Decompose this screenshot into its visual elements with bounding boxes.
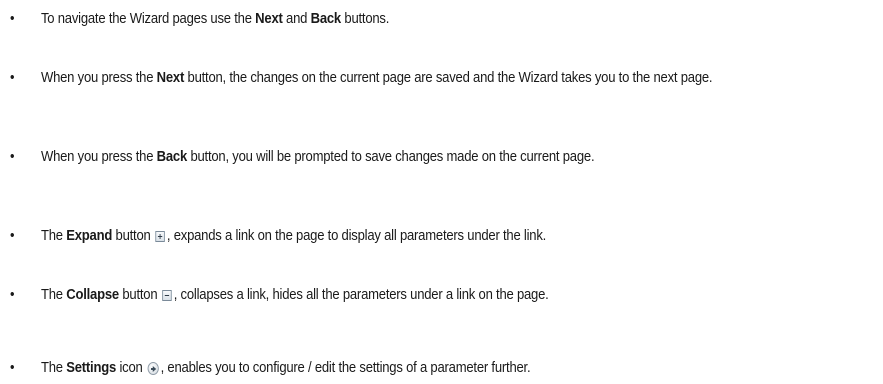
bullet: • xyxy=(10,10,15,27)
expand-icon xyxy=(155,231,166,242)
list-item-text: To navigate the Wizard pages use the Nex… xyxy=(40,10,390,27)
list-item-settings: • The Settings icon , enables you to con… xyxy=(10,358,750,377)
list-item-next-button: • When you press the Next button, the ch… xyxy=(10,68,750,87)
list-item-text: The Expand button , expands a link on th… xyxy=(40,227,547,244)
list-item-navigation: • To navigate the Wizard pages use the N… xyxy=(10,9,750,28)
bullet: • xyxy=(10,148,15,165)
bullet: • xyxy=(10,286,15,303)
next-keyword: Next xyxy=(255,10,283,27)
list-item-text: The Collapse button , collapses a link, … xyxy=(40,286,549,303)
list-item-collapse: • The Collapse button , collapses a link… xyxy=(10,285,750,304)
list-item-expand: • The Expand button , expands a link on … xyxy=(10,226,750,245)
bullet: • xyxy=(10,359,15,376)
list-item-text: When you press the Back button, you will… xyxy=(40,148,595,165)
list-item-text: When you press the Next button, the chan… xyxy=(40,69,713,86)
bullet: • xyxy=(10,227,15,244)
list-item-back-button: • When you press the Back button, you wi… xyxy=(10,147,750,166)
expand-keyword: Expand xyxy=(66,227,113,244)
back-keyword: Back xyxy=(310,10,342,27)
back-keyword: Back xyxy=(156,148,188,165)
collapse-icon xyxy=(162,290,173,301)
help-document: • To navigate the Wizard pages use the N… xyxy=(0,0,883,384)
next-keyword: Next xyxy=(156,69,185,86)
settings-arrow-icon xyxy=(147,362,159,375)
settings-keyword: Settings xyxy=(66,359,117,376)
collapse-keyword: Collapse xyxy=(66,286,119,303)
bullet: • xyxy=(10,69,15,86)
list-item-text: The Settings icon , enables you to confi… xyxy=(40,359,531,376)
